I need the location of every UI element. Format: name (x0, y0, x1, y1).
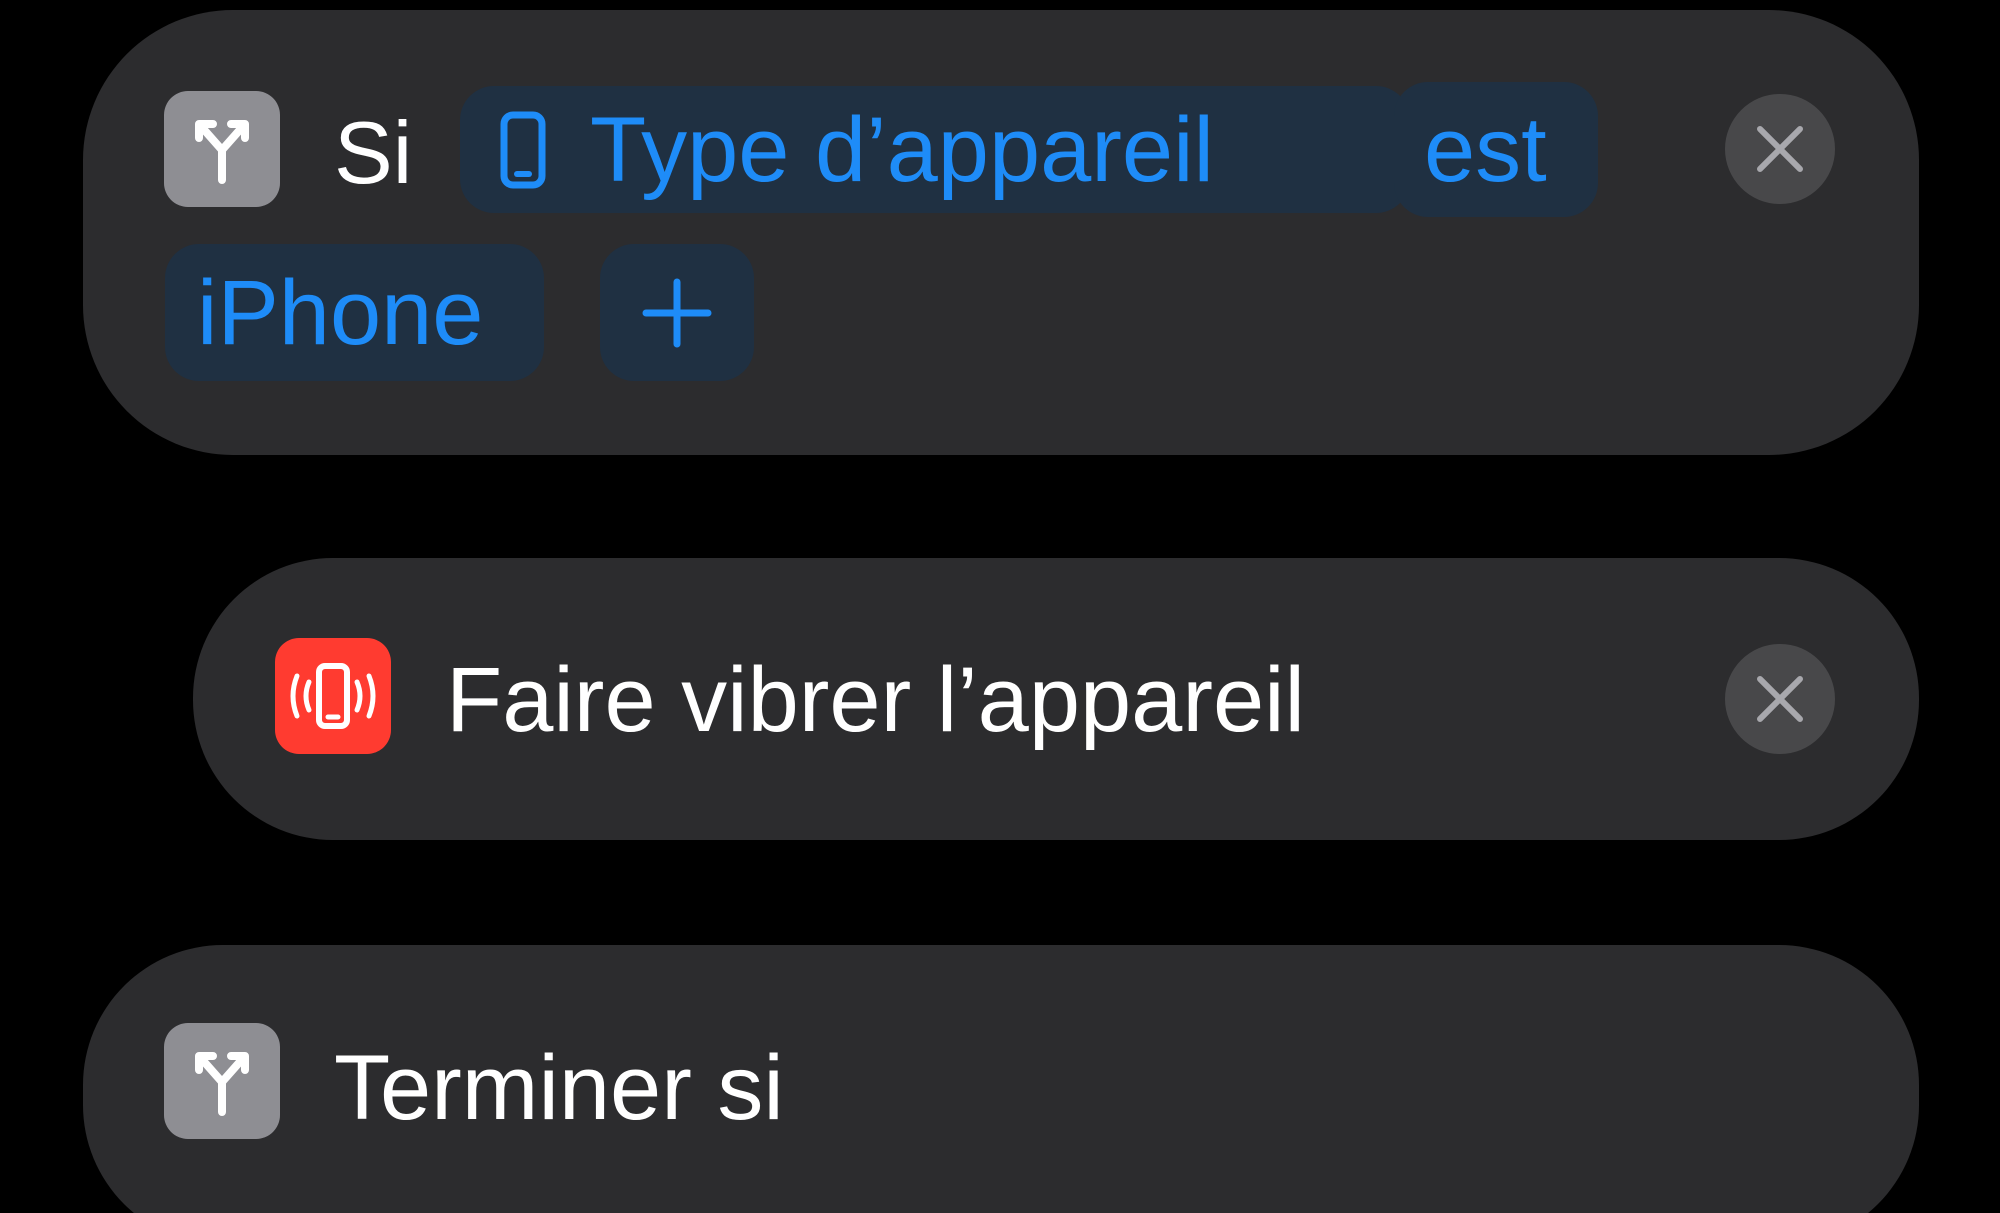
endif-action-card[interactable]: Terminer si (83, 945, 1919, 1213)
endif-label: Terminer si (334, 1037, 784, 1139)
if-action-card[interactable]: Si Type d’appareil est iPhone (83, 10, 1919, 455)
plus-icon (642, 278, 712, 347)
operator-pill[interactable]: est (1394, 82, 1598, 217)
shortcut-editor: Si Type d’appareil est iPhone Faire vibr… (0, 0, 2000, 1213)
remove-vibrate-button[interactable] (1725, 644, 1835, 754)
parameter-device-type-pill[interactable]: Type d’appareil (460, 86, 1410, 213)
if-keyword: Si (334, 103, 413, 202)
close-icon (1757, 676, 1803, 722)
vibrate-label: Faire vibrer l’appareil (446, 649, 1305, 751)
remove-if-button[interactable] (1725, 94, 1835, 204)
operator-label: est (1424, 98, 1547, 201)
iphone-icon (500, 111, 546, 189)
vibrate-device-icon (275, 638, 391, 754)
branch-icon (164, 1023, 280, 1139)
add-condition-button[interactable] (600, 244, 754, 381)
vibrate-action-card[interactable]: Faire vibrer l’appareil (193, 558, 1919, 840)
value-label: iPhone (197, 261, 484, 364)
close-icon (1757, 126, 1803, 172)
value-pill[interactable]: iPhone (165, 244, 544, 381)
parameter-label: Type d’appareil (590, 98, 1214, 201)
branch-icon (164, 91, 280, 207)
